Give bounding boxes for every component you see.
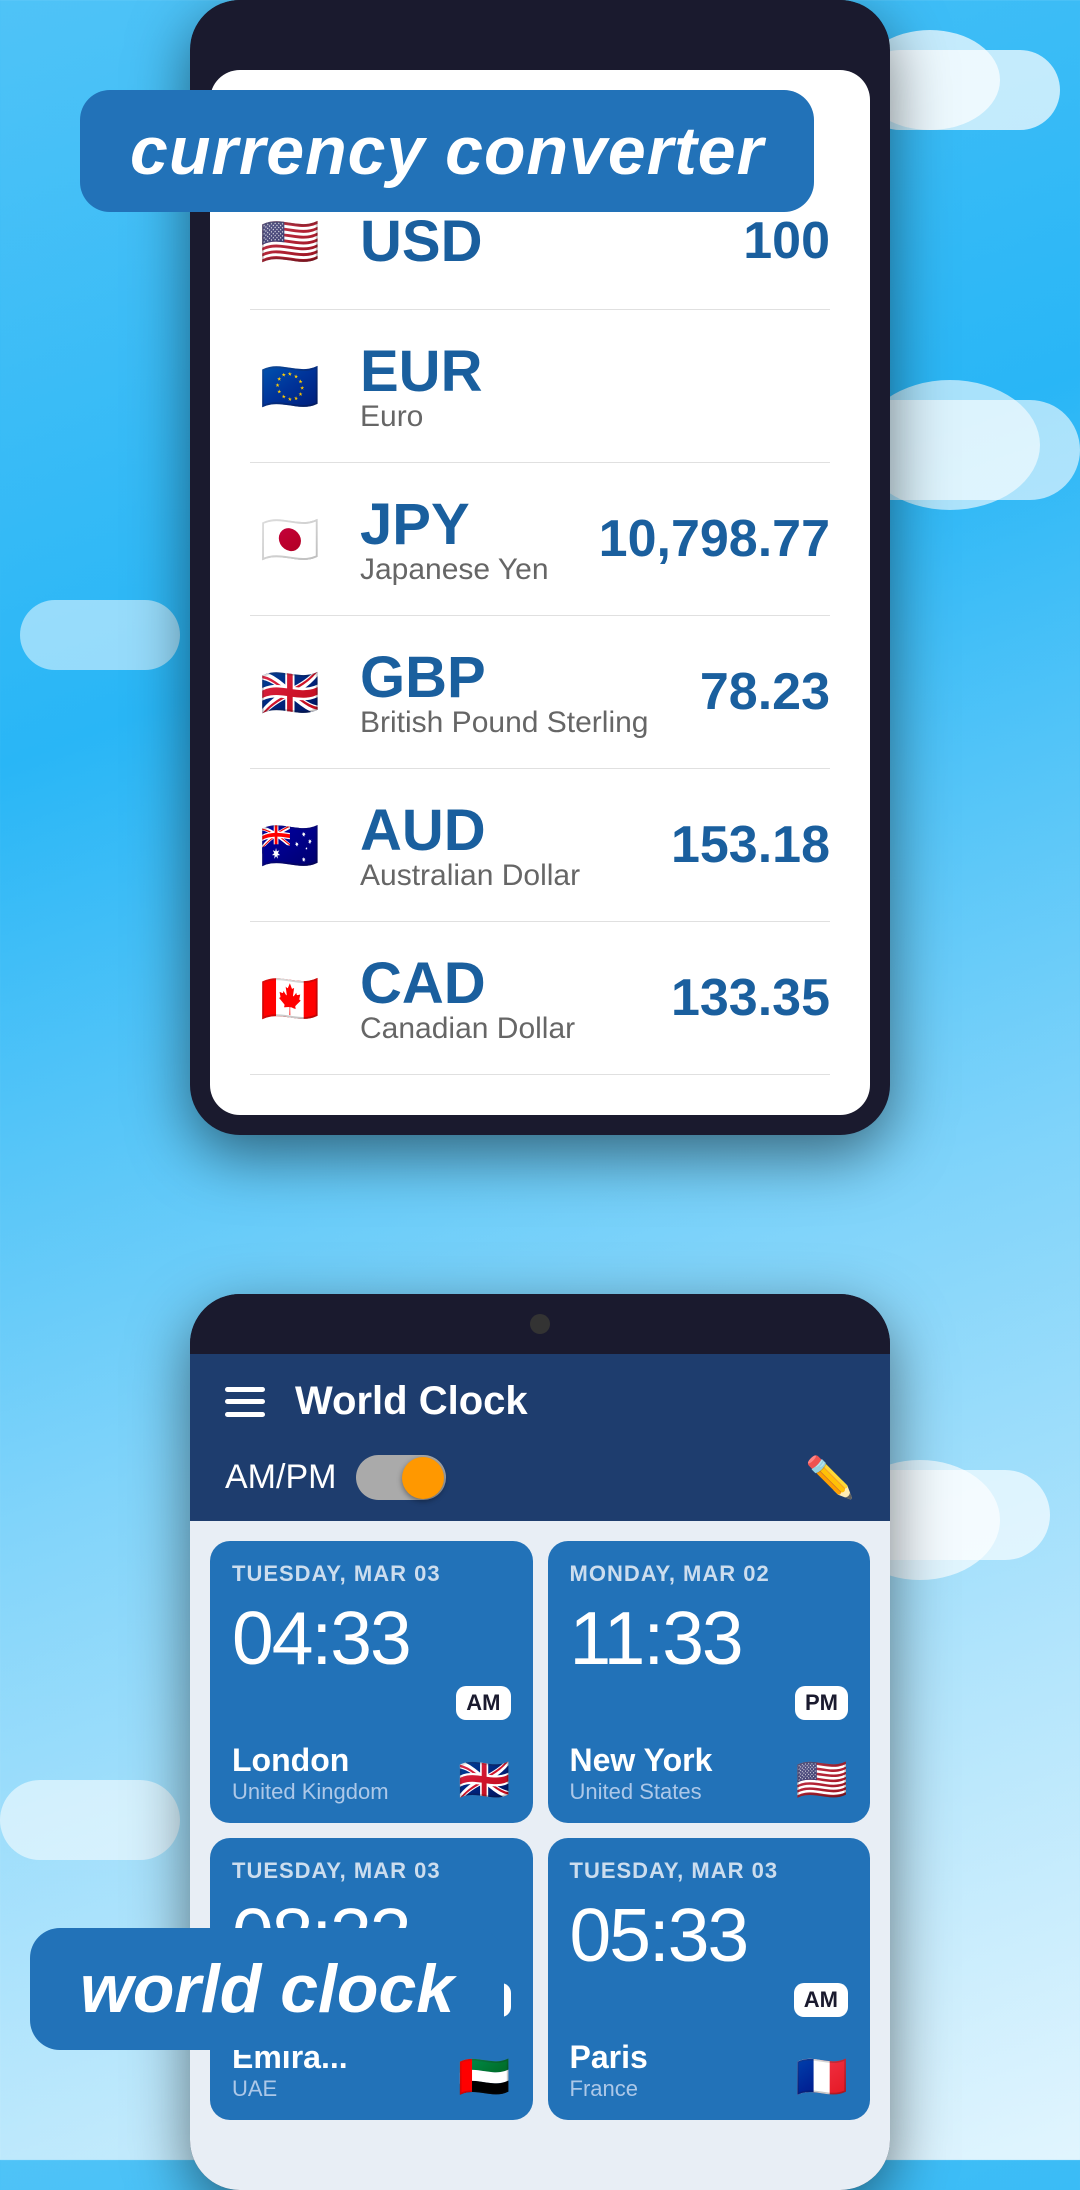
world-clock-label: world clock	[80, 1951, 454, 2027]
currency-code-usd: USD	[360, 208, 743, 275]
currency-row-gbp[interactable]: 🇬🇧 GBP British Pound Sterling 78.23	[250, 616, 830, 769]
currency-code-gbp: GBP	[360, 644, 700, 711]
flag-uae: 🇦🇪	[458, 2053, 510, 2102]
currency-row-eur[interactable]: 🇪🇺 EUR Euro	[250, 310, 830, 463]
currency-info-gbp: GBP British Pound Sterling	[360, 644, 700, 740]
world-clock-banner: world clock	[30, 1928, 504, 2050]
currency-name-eur: Euro	[360, 400, 830, 434]
flag-newyork: 🇺🇸	[796, 1756, 848, 1805]
clock-location-paris: Paris France	[570, 2039, 648, 2102]
currency-info-usd: USD	[360, 208, 743, 275]
ampm-toggle[interactable]	[356, 1455, 446, 1500]
clock-city-paris: Paris	[570, 2039, 648, 2076]
currency-name-jpy: Japanese Yen	[360, 553, 599, 587]
ampm-badge-london: AM	[456, 1686, 510, 1720]
clock-location-newyork: New York United States	[570, 1742, 713, 1805]
flag-usd: 🇺🇸	[250, 201, 330, 281]
currency-info-cad: CAD Canadian Dollar	[360, 950, 671, 1046]
currency-code-aud: AUD	[360, 797, 671, 864]
ampm-badge-paris: AM	[794, 1983, 848, 2017]
flag-cad: 🇨🇦	[250, 958, 330, 1038]
clock-date-london: TUESDAY, MAR 03	[232, 1561, 511, 1587]
currency-code-eur: EUR	[360, 338, 830, 405]
currency-code-cad: CAD	[360, 950, 671, 1017]
flag-aud: 🇦🇺	[250, 805, 330, 885]
clock-country-paris: France	[570, 2076, 648, 2102]
clock-location-london: London United Kingdom	[232, 1742, 389, 1805]
currency-value-usd: 100	[743, 211, 830, 271]
clock-date-uae: TUESDAY, MAR 03	[232, 1858, 511, 1884]
clock-time-paris: 05:33	[570, 1892, 849, 1978]
currency-value-cad: 133.35	[671, 968, 830, 1028]
flag-london: 🇬🇧	[458, 1756, 510, 1805]
clock-card-london[interactable]: TUESDAY, MAR 03 04:33 London United King…	[210, 1541, 533, 1823]
world-clock-phone: World Clock AM/PM ✏️ TUESDAY, MAR 03 04:…	[190, 1294, 890, 2190]
currency-converter-screen: 100 USD equals: 🇺🇸 USD 100 🇪🇺 EUR Euro 🇯…	[210, 70, 870, 1115]
edit-icon[interactable]: ✏️	[805, 1454, 855, 1501]
flag-eur: 🇪🇺	[250, 346, 330, 426]
currency-row-jpy[interactable]: 🇯🇵 JPY Japanese Yen 10,798.77	[250, 463, 830, 616]
clock-card-paris[interactable]: TUESDAY, MAR 03 05:33 Paris France AM 🇫🇷	[548, 1838, 871, 2120]
clock-city-london: London	[232, 1742, 389, 1779]
world-clock-title: World Clock	[295, 1379, 528, 1424]
clock-country-london: United Kingdom	[232, 1779, 389, 1805]
currency-info-eur: EUR Euro	[360, 338, 830, 434]
clock-date-paris: TUESDAY, MAR 03	[570, 1858, 849, 1884]
currency-converter-label: currency converter	[130, 113, 764, 189]
phone-notch	[190, 1294, 890, 1354]
clock-country-uae: UAE	[232, 2076, 456, 2102]
notch-camera	[530, 1314, 550, 1334]
currency-info-aud: AUD Australian Dollar	[360, 797, 671, 893]
currency-name-gbp: British Pound Sterling	[360, 706, 700, 740]
currency-value-jpy: 10,798.77	[599, 509, 830, 569]
clock-card-newyork[interactable]: MONDAY, MAR 02 11:33 New York United Sta…	[548, 1541, 871, 1823]
currency-row-cad[interactable]: 🇨🇦 CAD Canadian Dollar 133.35	[250, 922, 830, 1075]
currency-name-cad: Canadian Dollar	[360, 1012, 671, 1046]
currency-info-jpy: JPY Japanese Yen	[360, 491, 599, 587]
currency-converter-banner: currency converter	[80, 90, 814, 212]
currency-value-aud: 153.18	[671, 815, 830, 875]
world-clock-header: World Clock	[190, 1354, 890, 1439]
ampm-badge-newyork: PM	[795, 1686, 848, 1720]
currency-row-aud[interactable]: 🇦🇺 AUD Australian Dollar 153.18	[250, 769, 830, 922]
world-clock-toolbar: AM/PM ✏️	[190, 1439, 890, 1521]
flag-paris: 🇫🇷	[796, 2053, 848, 2102]
clock-time-newyork: 11:33	[570, 1595, 849, 1681]
clock-city-newyork: New York	[570, 1742, 713, 1779]
flag-gbp: 🇬🇧	[250, 652, 330, 732]
clock-date-newyork: MONDAY, MAR 02	[570, 1561, 849, 1587]
currency-name-aud: Australian Dollar	[360, 859, 671, 893]
flag-jpy: 🇯🇵	[250, 499, 330, 579]
clock-country-newyork: United States	[570, 1779, 713, 1805]
toggle-knob	[402, 1457, 444, 1499]
currency-value-gbp: 78.23	[700, 662, 830, 722]
menu-icon[interactable]	[225, 1387, 265, 1417]
currency-code-jpy: JPY	[360, 491, 599, 558]
ampm-section: AM/PM	[225, 1455, 446, 1500]
clock-time-london: 04:33	[232, 1595, 511, 1681]
ampm-label: AM/PM	[225, 1458, 336, 1497]
